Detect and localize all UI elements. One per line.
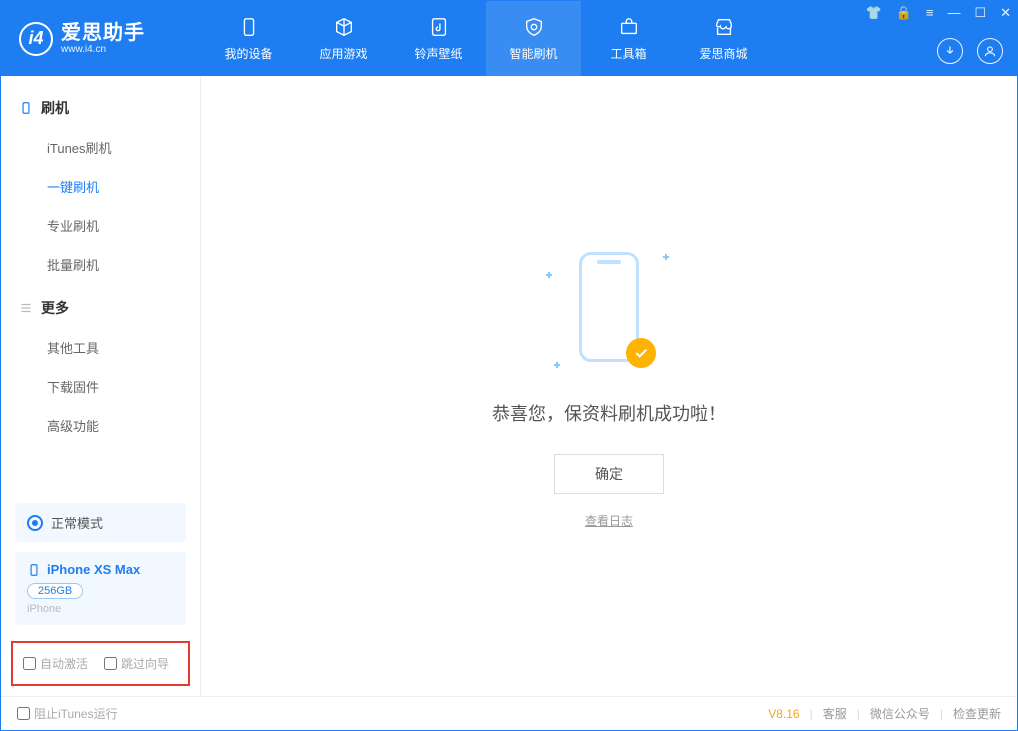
list-icon — [19, 301, 33, 315]
device-card[interactable]: iPhone XS Max 256GB iPhone — [15, 552, 186, 625]
sidebar: 刷机 iTunes刷机 一键刷机 专业刷机 批量刷机 更多 其他工具 下载固件 … — [1, 76, 201, 696]
shield-refresh-icon — [522, 15, 546, 39]
toolbox-icon — [617, 15, 641, 39]
sidebar-item-download-firmware[interactable]: 下载固件 — [1, 367, 200, 406]
sidebar-item-itunes-flash[interactable]: iTunes刷机 — [1, 128, 200, 167]
auto-activate-label: 自动激活 — [40, 655, 88, 672]
app-window: i4 爱思助手 www.i4.cn 我的设备 应用游戏 铃声壁纸 智能刷机 — [0, 0, 1018, 731]
tab-label: 工具箱 — [610, 45, 646, 62]
device-name: iPhone XS Max — [47, 562, 140, 577]
tab-label: 应用游戏 — [319, 45, 367, 62]
check-update-link[interactable]: 检查更新 — [953, 705, 1001, 722]
phone-icon — [237, 15, 261, 39]
bottom-options-highlight: 自动激活 跳过向导 — [11, 641, 190, 686]
checkmark-badge-icon — [626, 338, 656, 368]
main-content: 恭喜您，保资料刷机成功啦！ 确定 查看日志 — [201, 76, 1017, 696]
device-phone-icon — [27, 563, 41, 577]
brand: i4 爱思助手 www.i4.cn — [1, 1, 201, 76]
brand-logo-icon: i4 — [19, 22, 53, 56]
tab-label: 我的设备 — [224, 45, 272, 62]
tab-my-device[interactable]: 我的设备 — [201, 1, 296, 76]
window-controls-bottom — [937, 38, 1003, 64]
sparkle-icon — [546, 272, 552, 278]
mode-dot-icon — [27, 515, 43, 531]
tab-ringtones-wallpapers[interactable]: 铃声壁纸 — [391, 1, 486, 76]
support-link[interactable]: 客服 — [823, 705, 847, 722]
tab-label: 爱思商城 — [699, 45, 747, 62]
sparkle-icon — [663, 254, 669, 260]
sidebar-group-title: 更多 — [41, 298, 69, 318]
sidebar-item-pro-flash[interactable]: 专业刷机 — [1, 206, 200, 245]
ok-button[interactable]: 确定 — [554, 454, 664, 494]
sidebar-item-advanced[interactable]: 高级功能 — [1, 406, 200, 445]
mode-label: 正常模式 — [51, 513, 103, 532]
music-file-icon — [427, 15, 451, 39]
header-tabs: 我的设备 应用游戏 铃声壁纸 智能刷机 工具箱 爱思商城 — [201, 1, 771, 76]
minimize-button[interactable]: — — [947, 5, 960, 21]
tab-toolbox[interactable]: 工具箱 — [581, 1, 676, 76]
phone-outline-icon — [19, 101, 33, 115]
skip-guide-label: 跳过向导 — [121, 655, 169, 672]
tab-smart-flash[interactable]: 智能刷机 — [486, 1, 581, 76]
tab-label: 智能刷机 — [509, 45, 557, 62]
block-itunes-checkbox[interactable]: 阻止iTunes运行 — [17, 705, 118, 722]
device-type: iPhone — [27, 603, 174, 615]
auto-activate-checkbox[interactable]: 自动激活 — [23, 655, 88, 672]
sidebar-item-batch-flash[interactable]: 批量刷机 — [1, 245, 200, 284]
sidebar-group-flash: 刷机 — [1, 84, 200, 128]
shirt-icon[interactable]: 👕 — [865, 5, 881, 21]
wechat-link[interactable]: 微信公众号 — [870, 705, 930, 722]
download-button[interactable] — [937, 38, 963, 64]
statusbar: 阻止iTunes运行 V8.16 | 客服 | 微信公众号 | 检查更新 — [1, 696, 1017, 730]
user-button[interactable] — [977, 38, 1003, 64]
window-controls-top: 👕 🔒 ≡ — ☐ ✕ — [865, 5, 1011, 21]
skip-guide-checkbox[interactable]: 跳过向导 — [104, 655, 169, 672]
brand-url: www.i4.cn — [61, 44, 145, 55]
app-body: 刷机 iTunes刷机 一键刷机 专业刷机 批量刷机 更多 其他工具 下载固件 … — [1, 76, 1017, 696]
sidebar-item-other-tools[interactable]: 其他工具 — [1, 328, 200, 367]
block-itunes-label: 阻止iTunes运行 — [34, 705, 118, 722]
tab-store[interactable]: 爱思商城 — [676, 1, 771, 76]
titlebar: i4 爱思助手 www.i4.cn 我的设备 应用游戏 铃声壁纸 智能刷机 — [1, 1, 1017, 76]
menu-icon[interactable]: ≡ — [926, 5, 934, 21]
version-label: V8.16 — [768, 707, 799, 721]
cube-icon — [332, 15, 356, 39]
tab-label: 铃声壁纸 — [414, 45, 462, 62]
store-icon — [712, 15, 736, 39]
sidebar-group-title: 刷机 — [41, 98, 69, 118]
tab-apps-games[interactable]: 应用游戏 — [296, 1, 391, 76]
sidebar-group-more: 更多 — [1, 284, 200, 328]
view-log-link[interactable]: 查看日志 — [585, 512, 633, 529]
brand-name: 爱思助手 — [61, 22, 145, 44]
lock-icon[interactable]: 🔒 — [896, 5, 912, 21]
sidebar-item-oneclick-flash[interactable]: 一键刷机 — [1, 167, 200, 206]
close-button[interactable]: ✕ — [1000, 5, 1011, 21]
success-message: 恭喜您，保资料刷机成功啦！ — [492, 400, 726, 426]
sparkle-icon — [554, 362, 560, 368]
success-illustration — [564, 244, 654, 374]
maximize-button[interactable]: ☐ — [974, 5, 986, 21]
mode-card[interactable]: 正常模式 — [15, 503, 186, 542]
device-capacity: 256GB — [27, 583, 83, 599]
